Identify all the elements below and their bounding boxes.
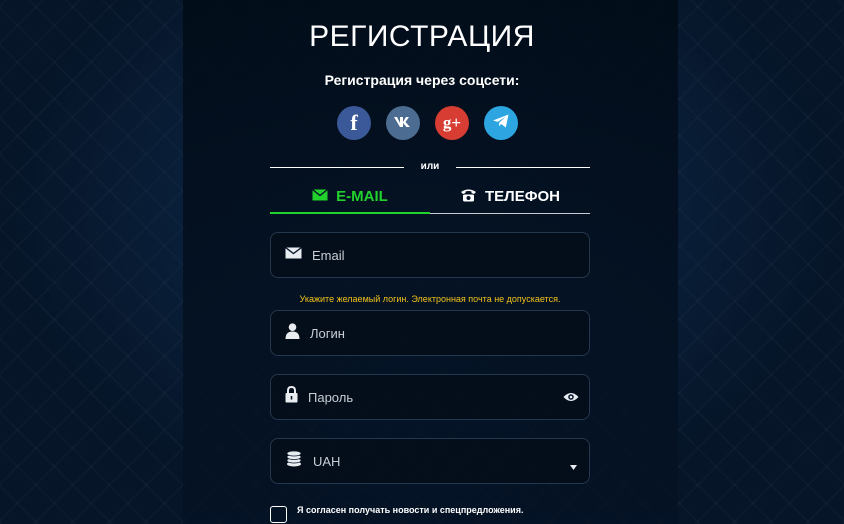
telegram-icon [492,113,510,134]
lock-icon [285,385,298,408]
coins-icon [285,450,303,472]
page-title: РЕГИСТРАЦИЯ [309,20,535,53]
social-login-group: f g+ [337,106,518,140]
vk-icon [393,115,413,132]
google-plus-button[interactable]: g+ [435,106,469,140]
consent-label: Я согласен получать новости и спецпредло… [297,505,524,515]
eye-icon[interactable] [563,390,579,408]
social-caption: Регистрация через соцсети: [324,72,520,88]
password-field [270,374,590,420]
chevron-down-icon [570,457,577,475]
telegram-button[interactable] [484,106,518,140]
divider-left-line [270,167,404,168]
login-input[interactable] [310,325,530,341]
user-icon [285,322,300,344]
phone-icon [460,188,477,206]
login-hint: Укажите желаемый логин. Электронная почт… [299,294,561,304]
tab-email-label: E-MAIL [336,187,388,205]
divider-right-line [456,167,590,168]
vk-button[interactable] [386,106,420,140]
facebook-button[interactable]: f [337,106,371,140]
tab-phone-label: ТЕЛЕФОН [485,188,560,205]
password-input[interactable] [308,389,528,405]
divider-or-text: или [420,161,440,172]
consent-row: Я согласен получать новости и спецпредло… [270,505,523,523]
envelope-icon [312,188,329,205]
tab-email[interactable]: E-MAIL [270,180,430,214]
tab-phone[interactable]: ТЕЛЕФОН [430,180,590,214]
google-plus-icon: g+ [442,113,462,132]
email-input[interactable] [312,247,532,263]
consent-checkbox[interactable] [270,506,287,523]
currency-selected-value: UAH [313,453,341,469]
email-field [270,232,590,278]
registration-tabs: E-MAIL ТЕЛЕФОН [270,180,590,214]
facebook-icon: f [350,110,358,135]
currency-select[interactable]: UAH [270,438,590,484]
login-field [270,310,590,356]
envelope-icon [285,246,302,264]
